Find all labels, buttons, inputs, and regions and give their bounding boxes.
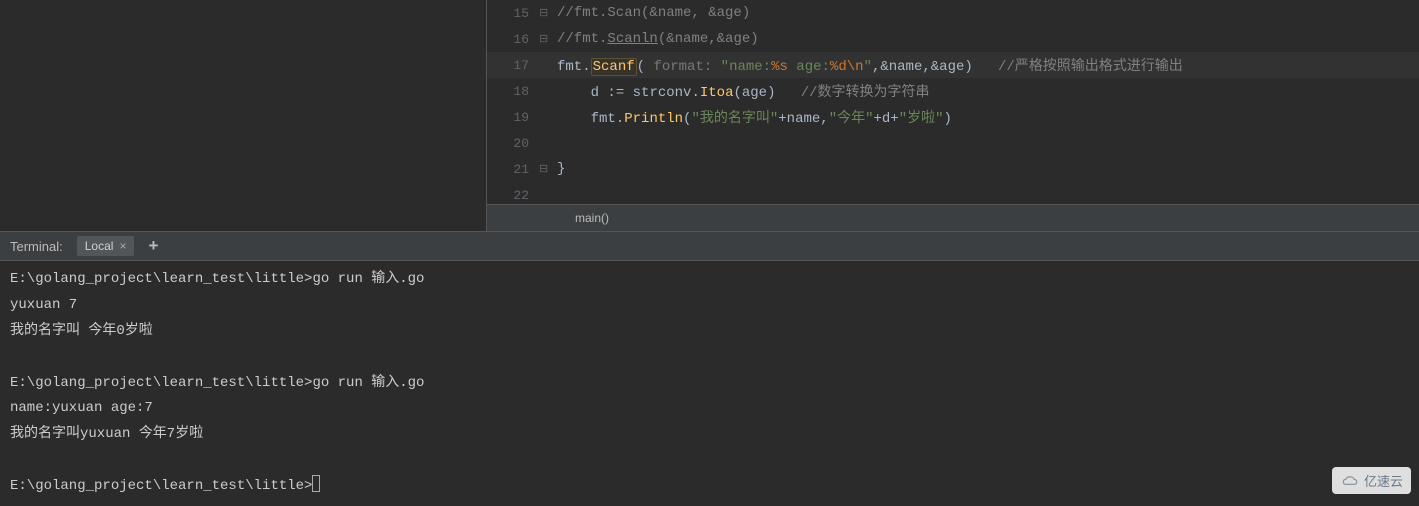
code-content[interactable]: //fmt.Scanln(&name,&age)	[557, 31, 759, 47]
code-line[interactable]: 16⊟//fmt.Scanln(&name,&age)	[487, 26, 1419, 52]
fold-icon[interactable]: ⊟	[539, 6, 557, 20]
code-line[interactable]: 21⊟}	[487, 156, 1419, 182]
terminal-tab-local[interactable]: Local ×	[77, 236, 135, 256]
terminal-title: Terminal:	[10, 239, 63, 254]
code-line[interactable]: 20	[487, 130, 1419, 156]
left-panel-blank	[0, 0, 487, 231]
code-content[interactable]: fmt.Println("我的名字叫"+name,"今年"+d+"岁啦")	[557, 107, 952, 127]
code-content[interactable]: d := strconv.Itoa(age) //数字转换为字符串	[557, 81, 930, 101]
cloud-icon	[1340, 474, 1360, 488]
code-content[interactable]: fmt.Scanf( format: "name:%s age:%d\n",&n…	[557, 55, 1183, 75]
fold-icon[interactable]: ⊟	[539, 32, 557, 46]
code-content[interactable]: }	[557, 161, 565, 177]
line-number: 20	[487, 136, 539, 151]
code-line[interactable]: 17 fmt.Scanf( format: "name:%s age:%d\n",…	[487, 52, 1419, 78]
line-number: 16	[487, 32, 539, 47]
breadcrumb-text: main()	[575, 211, 609, 225]
watermark-text: 亿速云	[1364, 471, 1403, 490]
code-line[interactable]: 19 fmt.Println("我的名字叫"+name,"今年"+d+"岁啦")	[487, 104, 1419, 130]
line-number: 17	[487, 58, 539, 73]
add-tab-button[interactable]: +	[148, 236, 158, 256]
code-content[interactable]: //fmt.Scan(&name, &age)	[557, 5, 750, 21]
line-number: 21	[487, 162, 539, 177]
terminal-tab-label: Local	[85, 239, 114, 253]
line-number: 22	[487, 188, 539, 203]
close-icon[interactable]: ×	[119, 239, 126, 253]
code-editor[interactable]: 15⊟//fmt.Scan(&name, &age)16⊟//fmt.Scanl…	[487, 0, 1419, 231]
line-number: 18	[487, 84, 539, 99]
code-line[interactable]: 18 d := strconv.Itoa(age) //数字转换为字符串	[487, 78, 1419, 104]
terminal-body[interactable]: E:\golang_project\learn_test\little>go r…	[0, 261, 1419, 506]
line-number: 19	[487, 110, 539, 125]
terminal-cursor	[312, 475, 320, 492]
watermark: 亿速云	[1332, 467, 1411, 494]
code-line[interactable]: 15⊟//fmt.Scan(&name, &age)	[487, 0, 1419, 26]
editor-area: 15⊟//fmt.Scan(&name, &age)16⊟//fmt.Scanl…	[0, 0, 1419, 231]
line-number: 15	[487, 6, 539, 21]
breadcrumb[interactable]: main()	[487, 204, 1419, 231]
code-lines[interactable]: 15⊟//fmt.Scan(&name, &age)16⊟//fmt.Scanl…	[487, 0, 1419, 204]
fold-icon[interactable]: ⊟	[539, 162, 557, 176]
terminal-header: Terminal: Local × +	[0, 231, 1419, 261]
terminal-output: E:\golang_project\learn_test\little>go r…	[10, 271, 424, 494]
terminal-panel: Terminal: Local × + E:\golang_project\le…	[0, 231, 1419, 500]
